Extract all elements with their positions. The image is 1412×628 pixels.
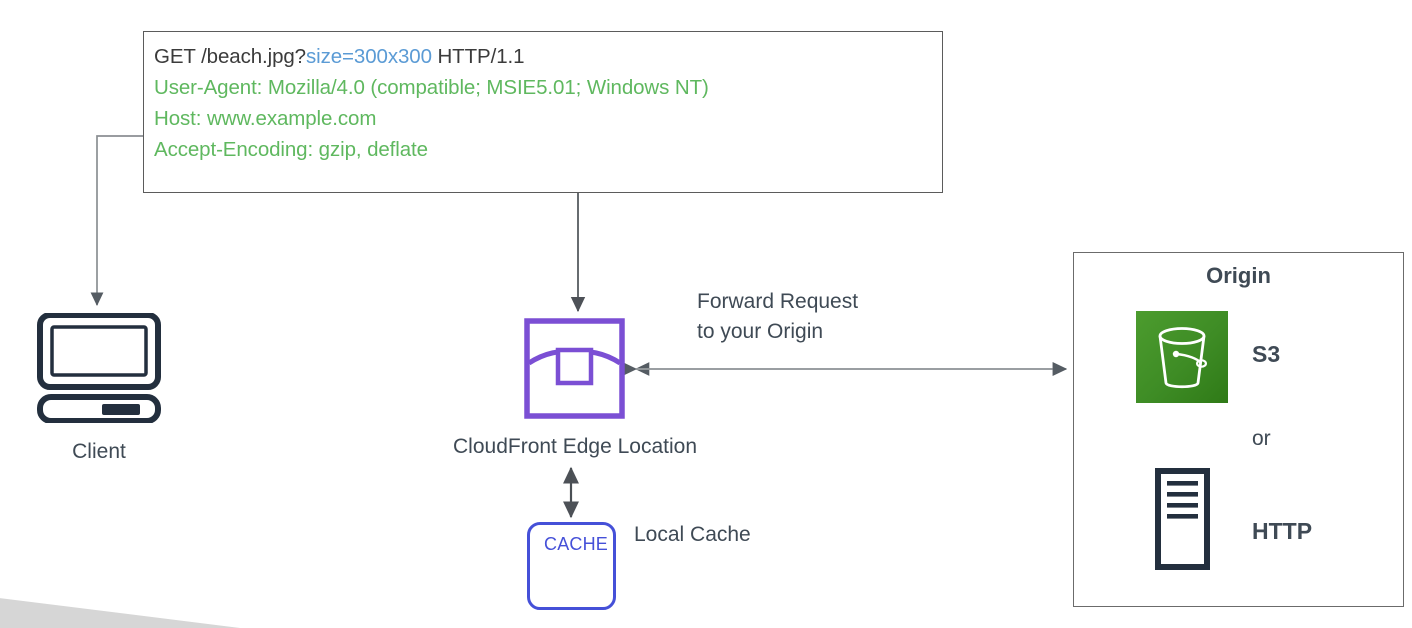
diagram-canvas: GET /beach.jpg?size=300x300 HTTP/1.1 Use… bbox=[0, 0, 1412, 628]
http-request-box: GET /beach.jpg?size=300x300 HTTP/1.1 Use… bbox=[143, 31, 943, 193]
decorative-wedge bbox=[0, 598, 240, 628]
forward-request-line2: to your Origin bbox=[697, 320, 824, 343]
forward-request-line1: Forward Request bbox=[697, 290, 859, 313]
accept-encoding-header: Accept-Encoding: gzip, deflate bbox=[154, 138, 428, 161]
desktop-computer-icon bbox=[37, 313, 161, 423]
request-line-prefix: GET /beach.jpg? bbox=[154, 45, 306, 68]
origin-container bbox=[1073, 252, 1404, 607]
request-line: GET /beach.jpg?size=300x300 HTTP/1.1 bbox=[154, 41, 942, 72]
cloudfront-label: CloudFront Edge Location bbox=[453, 435, 697, 458]
s3-label: S3 bbox=[1252, 341, 1281, 367]
local-cache-label: Local Cache bbox=[634, 523, 751, 546]
host-header: Host: www.example.com bbox=[154, 107, 377, 130]
cloudfront-icon bbox=[524, 318, 625, 419]
origin-separator-label: or bbox=[1252, 427, 1271, 450]
server-icon bbox=[1155, 468, 1210, 570]
cache-badge: CACHE bbox=[544, 534, 609, 554]
forward-request-caption: Forward Request to your Origin bbox=[697, 287, 858, 347]
s3-bucket-icon bbox=[1136, 311, 1228, 403]
client-label: Client bbox=[72, 440, 126, 463]
arrow-request-to-client bbox=[90, 135, 143, 307]
request-line-suffix: HTTP/1.1 bbox=[431, 45, 525, 68]
user-agent-header: User-Agent: Mozilla/4.0 (compatible; MSI… bbox=[154, 76, 709, 99]
http-label: HTTP bbox=[1252, 518, 1313, 544]
origin-title: Origin bbox=[1206, 263, 1271, 288]
request-line-query: size=300x300 bbox=[305, 45, 432, 68]
